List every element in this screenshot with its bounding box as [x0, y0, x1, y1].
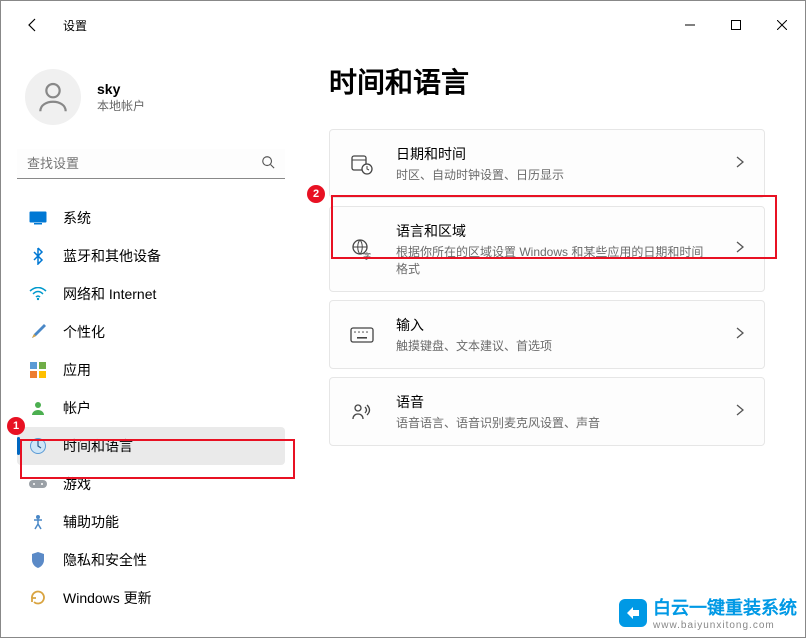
sidebar-item-accessibility[interactable]: 辅助功能 — [17, 503, 285, 541]
card-date-time[interactable]: 日期和时间 时区、自动时钟设置、日历显示 — [329, 129, 765, 198]
card-subtitle: 时区、自动时钟设置、日历显示 — [396, 166, 714, 183]
chevron-right-icon — [736, 240, 744, 258]
chevron-right-icon — [736, 155, 744, 173]
watermark: 白云一键重装系统 www.baiyunxitong.com — [619, 594, 797, 631]
card-title: 语音 — [396, 392, 714, 412]
sidebar-item-personalization[interactable]: 个性化 — [17, 313, 285, 351]
back-button[interactable] — [21, 13, 45, 37]
sidebar-item-update[interactable]: Windows 更新 — [17, 579, 285, 617]
globe-language-icon: 字 — [350, 237, 374, 261]
sidebar-item-time-language[interactable]: 时间和语言 — [17, 427, 285, 465]
card-title: 输入 — [396, 315, 714, 335]
chevron-right-icon — [736, 403, 744, 421]
user-block[interactable]: sky 本地帐户 — [25, 69, 285, 125]
card-title: 语言和区域 — [396, 221, 714, 241]
minimize-button[interactable] — [667, 9, 713, 41]
close-button[interactable] — [759, 9, 805, 41]
accessibility-icon — [29, 513, 47, 531]
annotation-2-badge: 2 — [307, 185, 325, 203]
watermark-icon — [619, 599, 647, 627]
avatar — [25, 69, 81, 125]
card-speech[interactable]: 语音 语音语言、语音识别麦克风设置、声音 — [329, 377, 765, 446]
sidebar-item-label: 时间和语言 — [63, 436, 133, 456]
brush-icon — [29, 323, 47, 341]
watermark-url: www.baiyunxitong.com — [653, 620, 797, 631]
sidebar-item-label: 系统 — [63, 208, 91, 228]
update-icon — [29, 589, 47, 607]
clock-globe-icon — [29, 437, 47, 455]
apps-icon — [29, 361, 47, 379]
system-icon — [29, 209, 47, 227]
search-icon — [261, 155, 275, 172]
gaming-icon — [29, 475, 47, 493]
accounts-icon — [29, 399, 47, 417]
search-box[interactable] — [17, 149, 285, 179]
sidebar-item-label: 个性化 — [63, 322, 105, 342]
search-input[interactable] — [27, 156, 261, 171]
calendar-clock-icon — [350, 152, 374, 176]
card-typing[interactable]: 输入 触摸键盘、文本建议、首选项 — [329, 300, 765, 369]
card-subtitle: 根据你所在的区域设置 Windows 和某些应用的日期和时间格式 — [396, 243, 714, 277]
user-subtitle: 本地帐户 — [97, 97, 145, 114]
sidebar-item-system[interactable]: 系统 — [17, 199, 285, 237]
keyboard-icon — [350, 323, 374, 347]
sidebar-item-bluetooth[interactable]: 蓝牙和其他设备 — [17, 237, 285, 275]
sidebar-item-label: 辅助功能 — [63, 512, 119, 532]
sidebar-item-label: 游戏 — [63, 474, 91, 494]
card-subtitle: 触摸键盘、文本建议、首选项 — [396, 337, 714, 354]
sidebar-item-label: 网络和 Internet — [63, 284, 156, 304]
sidebar-item-privacy[interactable]: 隐私和安全性 — [17, 541, 285, 579]
sidebar-item-label: Windows 更新 — [63, 588, 152, 608]
sidebar-item-network[interactable]: 网络和 Internet — [17, 275, 285, 313]
sidebar-item-gaming[interactable]: 游戏 — [17, 465, 285, 503]
card-language-region[interactable]: 字 语言和区域 根据你所在的区域设置 Windows 和某些应用的日期和时间格式 — [329, 206, 765, 292]
maximize-button[interactable] — [713, 9, 759, 41]
sidebar-item-apps[interactable]: 应用 — [17, 351, 285, 389]
speech-icon — [350, 400, 374, 424]
page-title: 时间和语言 — [329, 61, 765, 101]
wifi-icon — [29, 285, 47, 303]
sidebar-item-label: 帐户 — [63, 398, 91, 418]
sidebar-item-label: 蓝牙和其他设备 — [63, 246, 161, 266]
user-name: sky — [97, 81, 145, 97]
card-title: 日期和时间 — [396, 144, 714, 164]
sidebar-item-accounts[interactable]: 帐户 — [17, 389, 285, 427]
sidebar-item-label: 应用 — [63, 360, 91, 380]
annotation-1-badge: 1 — [7, 417, 25, 435]
shield-icon — [29, 551, 47, 569]
chevron-right-icon — [736, 326, 744, 344]
watermark-title: 白云一键重装系统 — [653, 598, 797, 618]
card-subtitle: 语音语言、语音识别麦克风设置、声音 — [396, 414, 714, 431]
sidebar-item-label: 隐私和安全性 — [63, 550, 147, 570]
svg-text:字: 字 — [363, 251, 371, 260]
app-title: 设置 — [63, 17, 87, 34]
bluetooth-icon — [29, 247, 47, 265]
